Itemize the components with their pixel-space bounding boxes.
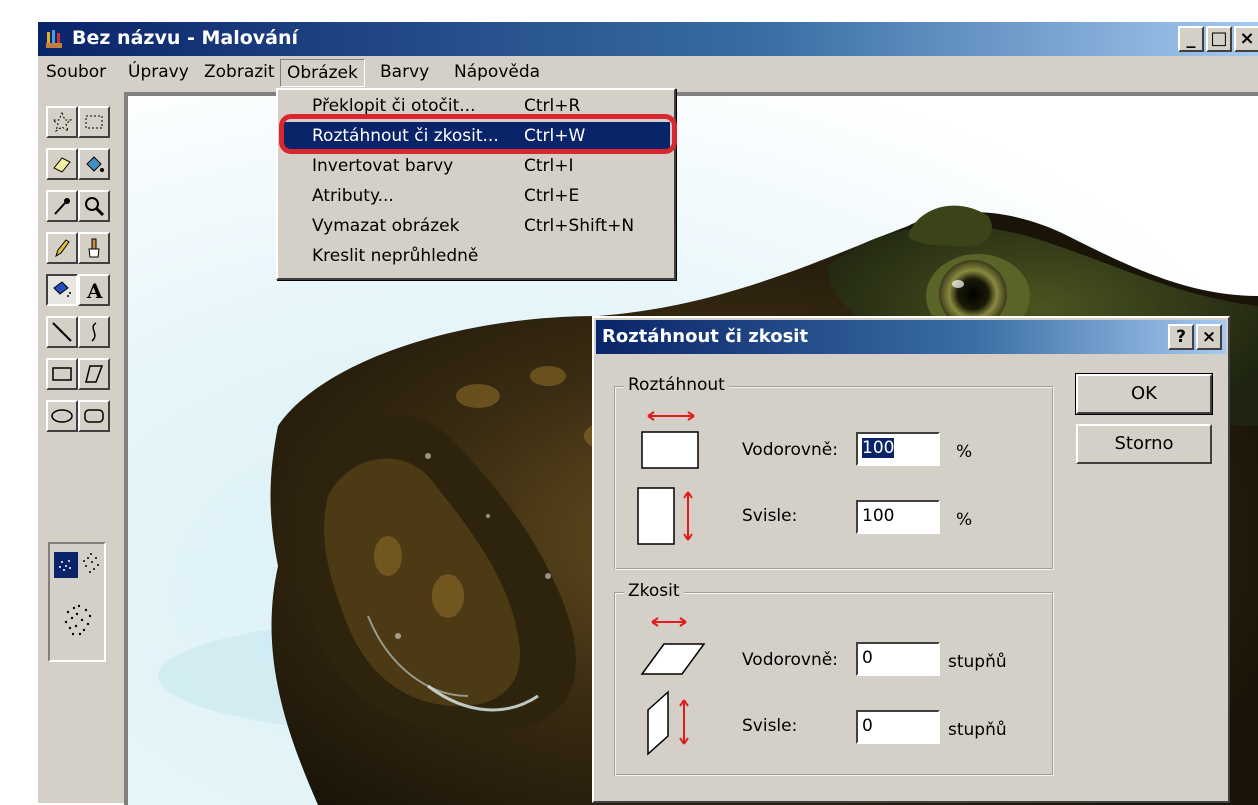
stretch-vertical-label: Svisle: (742, 506, 798, 526)
magnifier-tool[interactable] (78, 190, 110, 222)
image-menu-dropdown: Překlopit či otočit... Ctrl+R Roztáhnout… (276, 88, 676, 280)
menu-item-attributes[interactable]: Atributy... Ctrl+E (282, 182, 670, 210)
menu-bar: Soubor Úpravy Zobrazit Obrázek Barvy Náp… (38, 56, 1258, 88)
menu-item-invert-colors[interactable]: Invertovat barvy Ctrl+I (282, 152, 670, 180)
rect-select-tool[interactable] (78, 106, 110, 138)
skew-horizontal-label: Vodorovně: (742, 650, 838, 670)
stretch-vertical-input[interactable]: 100 (856, 500, 940, 534)
stretch-group-label: Roztáhnout (624, 375, 729, 395)
paint-bucket-icon (86, 156, 104, 172)
stretch-vertical-icon (637, 487, 693, 545)
skew-horizontal-unit: stupňů (948, 652, 1007, 672)
menu-obrazek[interactable]: Obrázek (280, 59, 365, 87)
magnifier-icon (85, 197, 105, 217)
airbrush-icon (53, 281, 71, 297)
rectangle-icon (52, 367, 72, 381)
polygon-icon (85, 365, 104, 383)
menu-item-flip-rotate[interactable]: Překlopit či otočit... Ctrl+R (282, 92, 670, 120)
ellipse-tool[interactable] (46, 400, 78, 432)
text-icon: A (86, 279, 103, 302)
color-picker-tool[interactable] (46, 190, 78, 222)
brush-tool[interactable] (78, 232, 110, 264)
skew-vertical-input[interactable]: 0 (856, 710, 940, 744)
stretch-horizontal-icon (641, 411, 699, 469)
menu-upravy[interactable]: Úpravy (122, 59, 195, 87)
paint-app-icon (46, 30, 62, 48)
pencil-tool[interactable] (46, 232, 78, 264)
skew-vertical-icon (647, 690, 689, 756)
fill-tool[interactable] (78, 148, 110, 180)
stretch-horizontal-label: Vodorovně: (742, 440, 838, 460)
rounded-rectangle-icon (84, 409, 104, 423)
stretch-skew-dialog: Roztáhnout či zkosit ? × Roztáhnout Vodo… (592, 316, 1230, 803)
dialog-title: Roztáhnout či zkosit (602, 326, 809, 347)
skew-group: Zkosit Vodorovně: 0 stupňů Svisle: 0 stu… (614, 581, 1054, 776)
airbrush-tool[interactable] (46, 274, 78, 306)
window-controls: _ □ × (1178, 26, 1258, 52)
skew-vertical-label: Svisle: (742, 716, 798, 736)
curve-tool[interactable] (78, 316, 110, 348)
star-select-icon (51, 111, 73, 133)
dialog-controls: ? × (1168, 324, 1222, 350)
stretch-horizontal-input[interactable]: 100 (856, 432, 940, 466)
eraser-icon (53, 157, 71, 173)
help-button[interactable]: ? (1168, 324, 1194, 350)
stretch-vertical-unit: % (956, 510, 973, 530)
eyedropper-icon (54, 198, 70, 215)
medium-spray-icon[interactable] (83, 553, 99, 573)
skew-group-label: Zkosit (624, 581, 684, 601)
svg-text:A: A (86, 279, 103, 302)
skew-horizontal-icon (640, 617, 706, 675)
free-select-tool[interactable] (46, 106, 78, 138)
ok-button[interactable]: OK (1076, 374, 1212, 414)
rectangle-tool[interactable] (46, 358, 78, 390)
menu-zobrazit[interactable]: Zobrazit (198, 59, 281, 87)
skew-horizontal-input[interactable]: 0 (856, 642, 940, 676)
title-bar[interactable]: Bez názvu - Malování _ □ × (38, 22, 1258, 56)
menu-item-stretch-skew[interactable]: Roztáhnout či zkosit... Ctrl+W (282, 122, 670, 150)
stretch-group: Roztáhnout Vodorovně: 100 % Svisle: 100 … (614, 375, 1054, 570)
stretch-horizontal-value: 100 (862, 438, 895, 458)
rect-select-icon (85, 115, 103, 129)
text-tool[interactable]: A (78, 274, 110, 306)
stretch-horizontal-unit: % (956, 442, 973, 462)
menu-barvy[interactable]: Barvy (374, 59, 435, 87)
window-title: Bez názvu - Malování (72, 27, 299, 49)
line-tool[interactable] (46, 316, 78, 348)
line-icon (52, 322, 72, 342)
dialog-close-button[interactable]: × (1196, 324, 1222, 350)
skew-vertical-unit: stupňů (948, 720, 1007, 740)
toolbox: A (38, 96, 110, 662)
eraser-tool[interactable] (46, 148, 78, 180)
menu-napoveda[interactable]: Nápověda (448, 59, 546, 87)
curve-icon (91, 322, 97, 342)
dialog-title-bar[interactable]: Roztáhnout či zkosit ? × (596, 320, 1226, 354)
polygon-tool[interactable] (78, 358, 110, 390)
menu-item-draw-opaque[interactable]: Kreslit neprůhledně (282, 242, 670, 270)
cancel-button[interactable]: Storno (1076, 424, 1212, 464)
pencil-icon (55, 239, 70, 258)
menu-soubor[interactable]: Soubor (40, 59, 112, 87)
menu-item-clear-image[interactable]: Vymazat obrázek Ctrl+Shift+N (282, 212, 670, 240)
large-spray-icon[interactable] (64, 604, 92, 636)
minimize-button[interactable]: _ (1178, 26, 1204, 52)
close-button[interactable]: × (1234, 26, 1258, 52)
airbrush-size-options (48, 542, 106, 662)
maximize-button[interactable]: □ (1206, 26, 1232, 52)
ellipse-icon (51, 409, 73, 423)
brush-icon (88, 238, 100, 258)
rounded-rectangle-tool[interactable] (78, 400, 110, 432)
